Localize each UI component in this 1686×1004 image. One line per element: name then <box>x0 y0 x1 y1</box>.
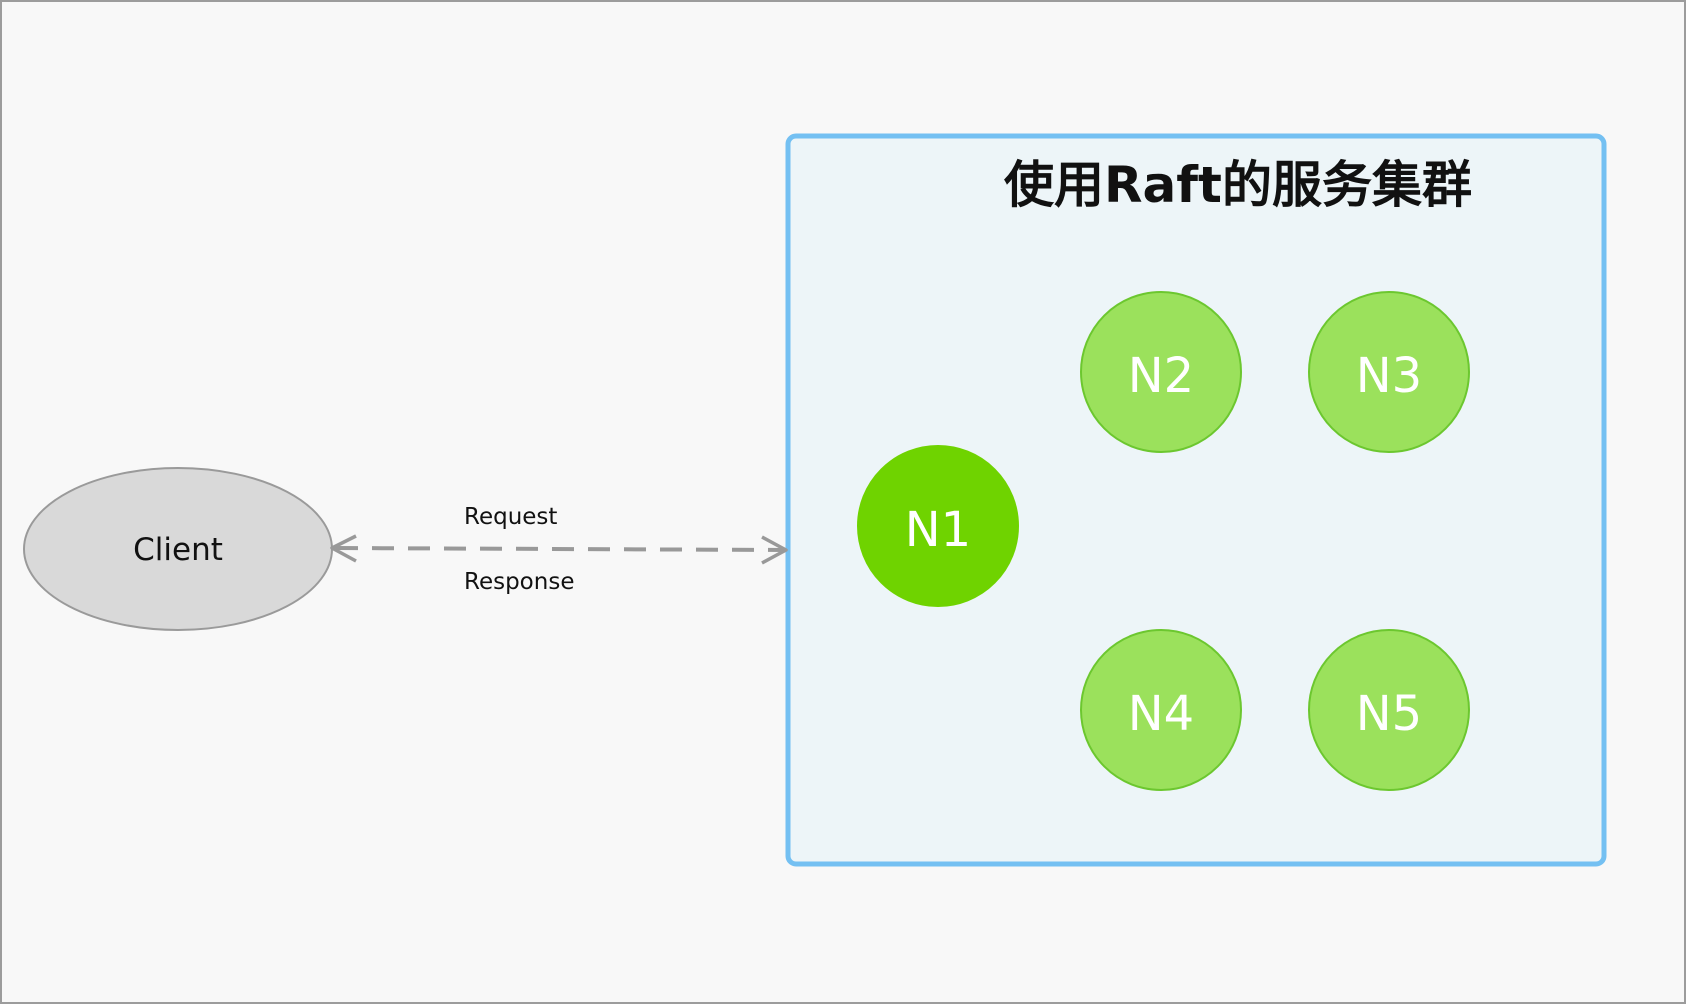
cluster-title: 使用Raft的服务集群 <box>1004 156 1472 214</box>
node-n5: N5 <box>1308 629 1470 791</box>
node-n2: N2 <box>1080 291 1242 453</box>
node-n1: N1 <box>857 445 1019 607</box>
node-n5-label: N5 <box>1356 686 1422 742</box>
response-label: Response <box>464 569 574 595</box>
node-n3-label: N3 <box>1356 348 1422 404</box>
node-n1-label: N1 <box>905 502 971 558</box>
node-n4-label: N4 <box>1128 686 1194 742</box>
diagram-canvas: 使用Raft的服务集群 Client Request Response N1 N… <box>0 0 1686 1004</box>
node-n2-label: N2 <box>1128 348 1194 404</box>
raft-cluster-diagram: 使用Raft的服务集群 Client Request Response N1 N… <box>23 133 1607 867</box>
node-n4: N4 <box>1080 629 1242 791</box>
request-label: Request <box>464 504 557 530</box>
client-label: Client <box>133 532 223 568</box>
node-n3: N3 <box>1308 291 1470 453</box>
dashed-connector-line <box>335 546 785 552</box>
request-response-connector <box>330 534 788 565</box>
